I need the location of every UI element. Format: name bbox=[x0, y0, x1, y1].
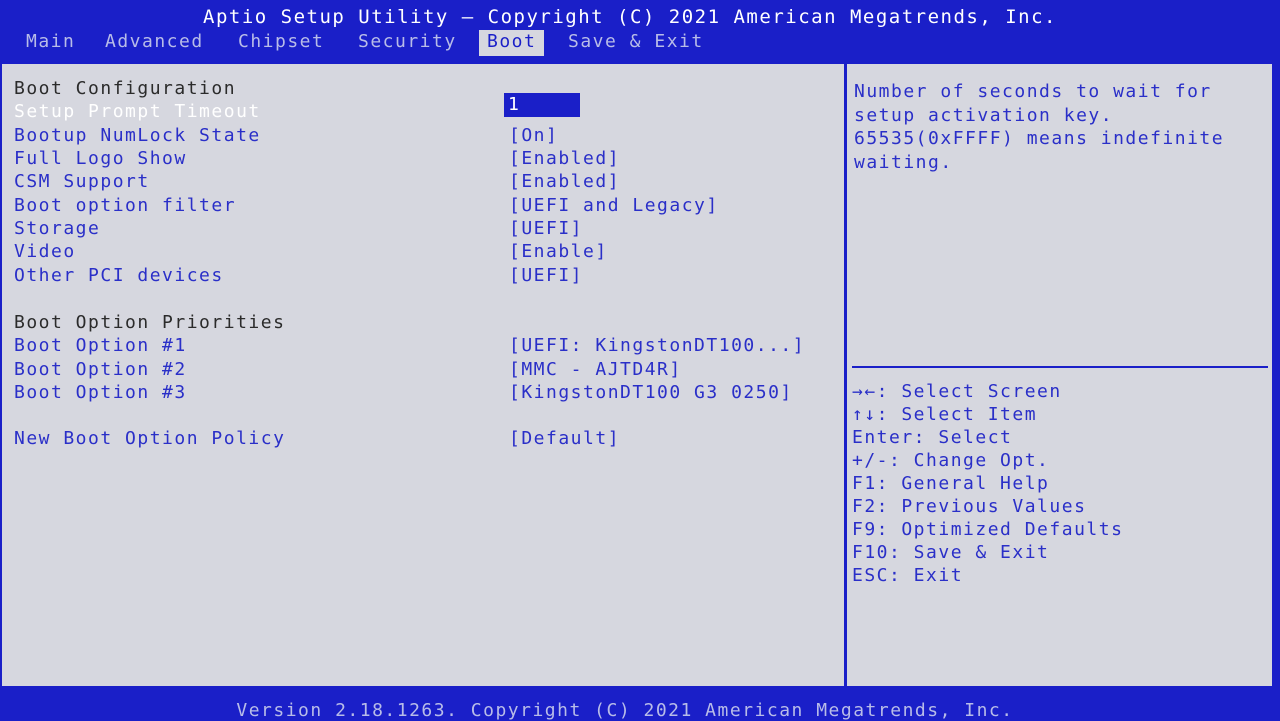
key-hint-select-screen: →←: Select Screen bbox=[852, 381, 1062, 402]
key-hint-select-item: ↑↓: Select Item bbox=[852, 404, 1038, 425]
tab-chipset[interactable]: Chipset bbox=[236, 30, 326, 56]
video-label: Video bbox=[14, 241, 76, 262]
boot-option-2-row[interactable]: Boot Option #2 [MMC - AJTD4R] bbox=[14, 359, 834, 381]
key-hint-f10: F10: Save & Exit bbox=[852, 542, 1050, 563]
boot-option-1-value[interactable]: [UEFI: KingstonDT100...] bbox=[509, 335, 805, 356]
bootup-numlock-state-row[interactable]: Bootup NumLock State [On] bbox=[14, 125, 834, 147]
boot-option-3-label: Boot Option #3 bbox=[14, 382, 187, 403]
tab-boot[interactable]: Boot bbox=[479, 30, 545, 56]
boot-option-3-row[interactable]: Boot Option #3 [KingstonDT100 G3 0250] bbox=[14, 382, 834, 404]
csm-support-label: CSM Support bbox=[14, 171, 150, 192]
other-pci-devices-label: Other PCI devices bbox=[14, 265, 224, 286]
boot-option-2-label: Boot Option #2 bbox=[14, 359, 187, 380]
video-row[interactable]: Video [Enable] bbox=[14, 241, 834, 263]
section-heading: Boot Configuration bbox=[14, 78, 237, 99]
new-boot-option-policy-value[interactable]: [Default] bbox=[509, 428, 620, 449]
tab-main[interactable]: Main bbox=[24, 30, 77, 56]
full-logo-show-value[interactable]: [Enabled] bbox=[509, 148, 620, 169]
key-hint-change-opt: +/-: Change Opt. bbox=[852, 450, 1050, 471]
full-logo-show-label: Full Logo Show bbox=[14, 148, 187, 169]
boot-option-2-value[interactable]: [MMC - AJTD4R] bbox=[509, 359, 682, 380]
setup-prompt-timeout-label: Setup Prompt Timeout bbox=[14, 101, 261, 122]
boot-option-1-label: Boot Option #1 bbox=[14, 335, 187, 356]
boot-option-1-row[interactable]: Boot Option #1 [UEFI: KingstonDT100...] bbox=[14, 335, 834, 357]
new-boot-option-policy-label: New Boot Option Policy bbox=[14, 428, 286, 449]
section-heading: Boot Option Priorities bbox=[14, 312, 286, 333]
help-description: Number of seconds to wait for setup acti… bbox=[854, 81, 1225, 173]
setup-panel: Boot Configuration Setup Prompt Timeout … bbox=[0, 62, 1274, 690]
csm-support-row[interactable]: CSM Support [Enabled] bbox=[14, 171, 834, 193]
boot-option-filter-value[interactable]: [UEFI and Legacy] bbox=[509, 195, 719, 216]
key-hint-enter: Enter: Select bbox=[852, 427, 1013, 448]
bootup-numlock-state-value[interactable]: [On] bbox=[509, 125, 558, 146]
tab-security[interactable]: Security bbox=[356, 30, 459, 56]
panel-divider bbox=[844, 64, 847, 690]
boot-option-3-value[interactable]: [KingstonDT100 G3 0250] bbox=[509, 382, 793, 403]
tab-save-exit[interactable]: Save & Exit bbox=[566, 30, 706, 56]
boot-option-filter-row[interactable]: Boot option filter [UEFI and Legacy] bbox=[14, 195, 834, 217]
video-value[interactable]: [Enable] bbox=[509, 241, 608, 262]
storage-row[interactable]: Storage [UEFI] bbox=[14, 218, 834, 240]
utility-title: Aptio Setup Utility – Copyright (C) 2021… bbox=[203, 6, 1057, 28]
key-hint-f1: F1: General Help bbox=[852, 473, 1050, 494]
other-pci-devices-value[interactable]: [UEFI] bbox=[509, 265, 583, 286]
storage-label: Storage bbox=[14, 218, 101, 239]
boot-configuration-heading: Boot Configuration bbox=[14, 78, 834, 100]
boot-option-filter-label: Boot option filter bbox=[14, 195, 237, 216]
tab-advanced[interactable]: Advanced bbox=[103, 30, 206, 56]
key-hint-f9: F9: Optimized Defaults bbox=[852, 519, 1124, 540]
setup-prompt-timeout-input[interactable]: 1 bbox=[504, 93, 580, 117]
bootup-numlock-state-label: Bootup NumLock State bbox=[14, 125, 261, 146]
full-logo-show-row[interactable]: Full Logo Show [Enabled] bbox=[14, 148, 834, 170]
status-footer: Version 2.18.1263. Copyright (C) 2021 Am… bbox=[0, 688, 1280, 721]
boot-option-priorities-heading: Boot Option Priorities bbox=[14, 312, 834, 334]
title-bar: Aptio Setup Utility – Copyright (C) 2021… bbox=[0, 0, 1280, 58]
key-hint-esc: ESC: Exit bbox=[852, 565, 964, 586]
other-pci-devices-row[interactable]: Other PCI devices [UEFI] bbox=[14, 265, 834, 287]
storage-value[interactable]: [UEFI] bbox=[509, 218, 583, 239]
new-boot-option-policy-row[interactable]: New Boot Option Policy [Default] bbox=[14, 428, 834, 450]
version-text: Version 2.18.1263. Copyright (C) 2021 Am… bbox=[236, 700, 1014, 721]
setup-prompt-timeout-row[interactable]: Setup Prompt Timeout 1 bbox=[14, 93, 834, 123]
help-divider bbox=[852, 366, 1268, 368]
csm-support-value[interactable]: [Enabled] bbox=[509, 171, 620, 192]
key-hint-f2: F2: Previous Values bbox=[852, 496, 1087, 517]
